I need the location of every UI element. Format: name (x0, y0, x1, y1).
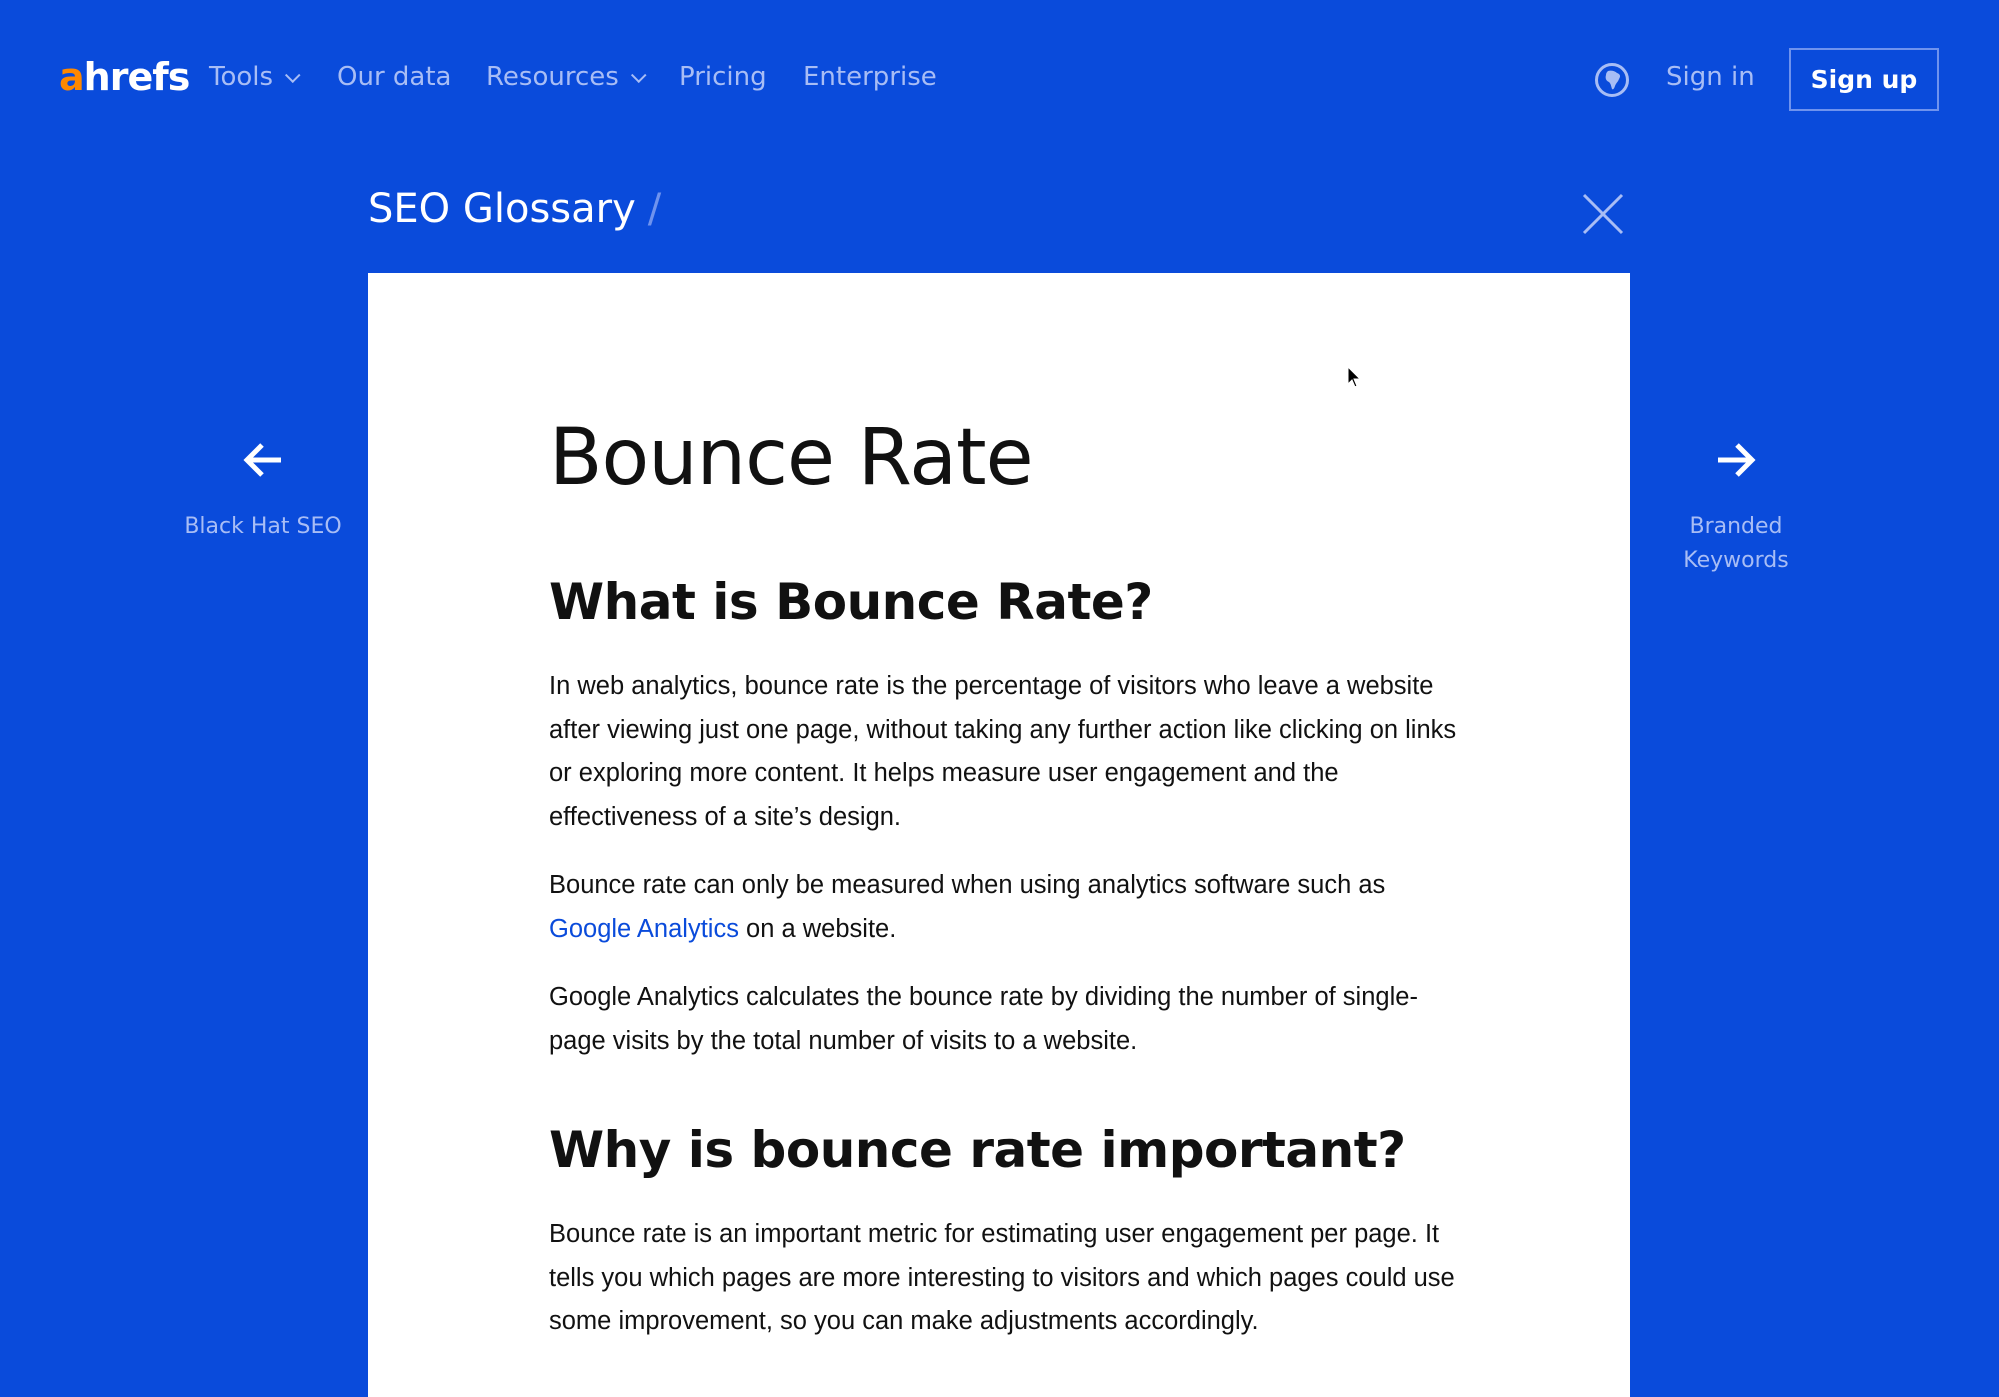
nav-item-label: Pricing (679, 62, 767, 92)
previous-term-link[interactable]: Black Hat SEO (163, 440, 363, 544)
previous-term-label: Black Hat SEO (184, 514, 342, 539)
mouse-cursor-icon (1347, 366, 1362, 388)
nav-item-enterprise[interactable]: Enterprise (803, 62, 937, 92)
next-term-label-line2: Keywords (1683, 548, 1789, 573)
nav-item-resources[interactable]: Resources (486, 62, 647, 92)
paragraph: Bounce rate can only be measured when us… (549, 864, 1469, 951)
chevron-down-icon (630, 67, 647, 84)
logo-text: hrefs (83, 55, 191, 99)
next-term-link[interactable]: Branded Keywords (1636, 440, 1836, 578)
nav-item-label: Tools (209, 62, 274, 92)
breadcrumb-separator: / (647, 186, 662, 232)
section-heading-what-is: What is Bounce Rate? (549, 573, 1153, 631)
paragraph-text: on a website. (738, 914, 897, 943)
page-title: Bounce Rate (549, 413, 1034, 503)
next-term-label: Branded Keywords (1636, 510, 1836, 578)
section-heading-why-important: Why is bounce rate important? (549, 1121, 1406, 1179)
globe-icon[interactable] (1594, 62, 1630, 98)
top-navigation: ahrefs Tools Our data Resources Pricing … (0, 0, 1999, 160)
breadcrumb-seo-glossary[interactable]: SEO Glossary (368, 186, 636, 232)
paragraph: Google Analytics calculates the bounce r… (549, 983, 1418, 1055)
close-button[interactable] (1580, 191, 1626, 237)
sign-in-link[interactable]: Sign in (1666, 62, 1755, 92)
nav-item-our-data[interactable]: Our data (337, 62, 451, 92)
next-term-label-line1: Branded (1689, 514, 1783, 539)
paragraph: In web analytics, bounce rate is the per… (549, 672, 1457, 831)
nav-item-label: Our data (337, 62, 452, 92)
google-analytics-link[interactable]: Google Analytics (549, 915, 739, 943)
breadcrumb: SEO Glossary / (368, 186, 661, 232)
logo-accent: a (59, 55, 85, 99)
paragraph-text: Bounce rate can only be measured when us… (549, 871, 1386, 899)
paragraph: Bounce rate is an important metric for e… (549, 1220, 1455, 1336)
sign-up-label: Sign up (1810, 65, 1918, 94)
nav-item-tools[interactable]: Tools (209, 62, 301, 92)
ahrefs-logo[interactable]: ahrefs (59, 55, 191, 99)
nav-item-label: Resources (486, 62, 619, 92)
close-icon (1582, 193, 1624, 235)
nav-item-label: Enterprise (803, 62, 937, 92)
chevron-down-icon (285, 67, 301, 84)
glossary-card: Bounce Rate What is Bounce Rate? In web … (368, 273, 1630, 1397)
nav-item-pricing[interactable]: Pricing (679, 62, 767, 92)
arrow-left-icon (243, 443, 281, 477)
arrow-right-icon (1718, 443, 1756, 477)
sign-up-button[interactable]: Sign up (1789, 48, 1939, 111)
